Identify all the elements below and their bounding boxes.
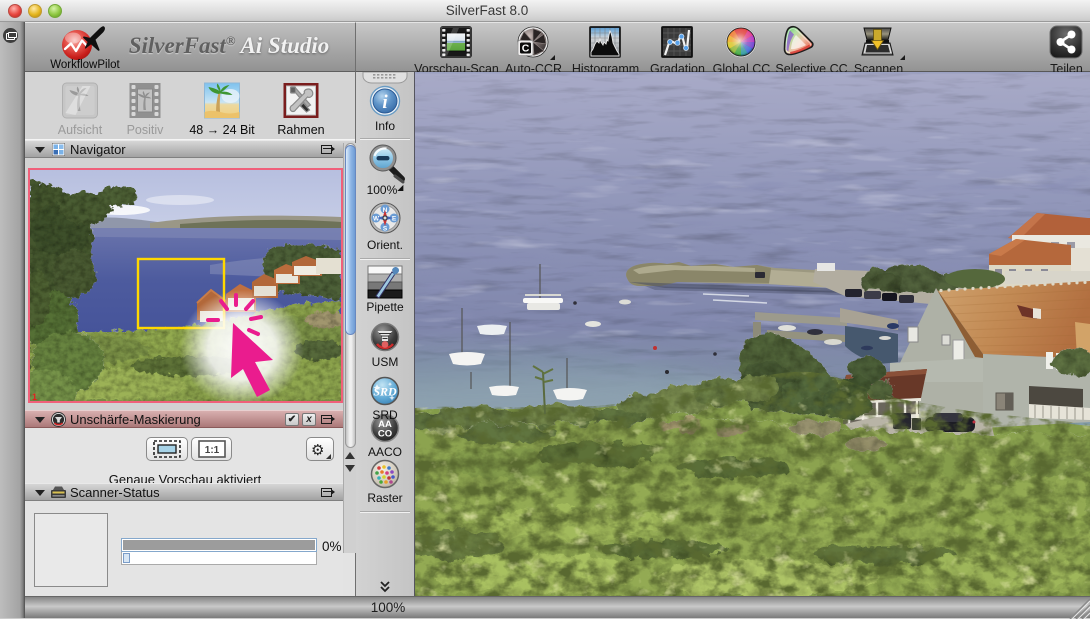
svg-text:CO: CO: [378, 429, 392, 440]
svg-text:S: S: [383, 226, 388, 233]
svg-text:C: C: [522, 43, 530, 55]
svg-text:W: W: [373, 216, 380, 223]
svg-text:i: i: [382, 92, 388, 113]
svg-text:1: 1: [32, 392, 37, 401]
svg-text:1:1: 1:1: [205, 445, 220, 456]
svg-text:E: E: [392, 216, 397, 223]
